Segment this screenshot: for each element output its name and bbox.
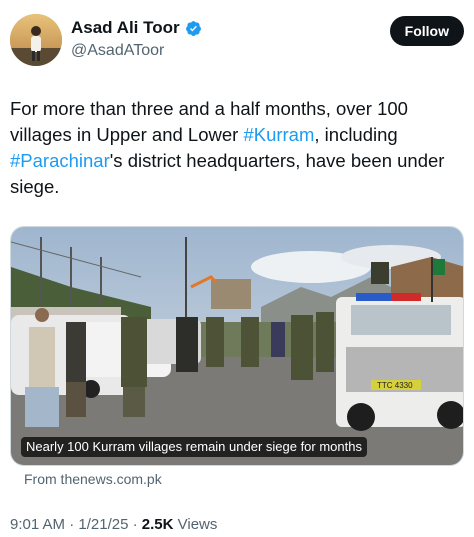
hashtag-kurram[interactable]: #Kurram [243, 124, 314, 145]
hashtag-parachinar[interactable]: #Parachinar [10, 150, 110, 171]
meta-separator: · [128, 516, 142, 533]
link-card-image[interactable]: TTC 4330 Nearly 100 Kurram villages rema… [10, 226, 464, 466]
tweet-text-part: , including [314, 124, 398, 145]
avatar[interactable] [10, 14, 62, 66]
verified-badge-icon [185, 20, 202, 37]
follow-button[interactable]: Follow [389, 16, 464, 46]
image-caption: Nearly 100 Kurram villages remain under … [21, 437, 367, 457]
tweet-meta: 9:01 AM · 1/21/25 · 2.5K Views [10, 516, 217, 533]
author-handle[interactable]: @AsadAToor [71, 41, 202, 61]
author-info: Asad Ali Toor @AsadAToor [71, 18, 202, 61]
tweet-text: For more than three and a half months, o… [10, 96, 460, 200]
display-name-row: Asad Ali Toor [71, 18, 202, 38]
meta-separator: · [65, 516, 79, 533]
tweet-time[interactable]: 9:01 AM [10, 516, 65, 533]
link-source[interactable]: From thenews.com.pk [24, 471, 162, 487]
vehicle-plate: TTC 4330 [377, 381, 413, 390]
news-photo: TTC 4330 [11, 227, 463, 465]
views-label: Views [173, 516, 218, 533]
tweet-header: Asad Ali Toor @AsadAToor Follow [10, 12, 464, 68]
tweet-date[interactable]: 1/21/25 [78, 516, 128, 533]
views-count[interactable]: 2.5K [142, 516, 174, 533]
display-name[interactable]: Asad Ali Toor [71, 18, 180, 38]
